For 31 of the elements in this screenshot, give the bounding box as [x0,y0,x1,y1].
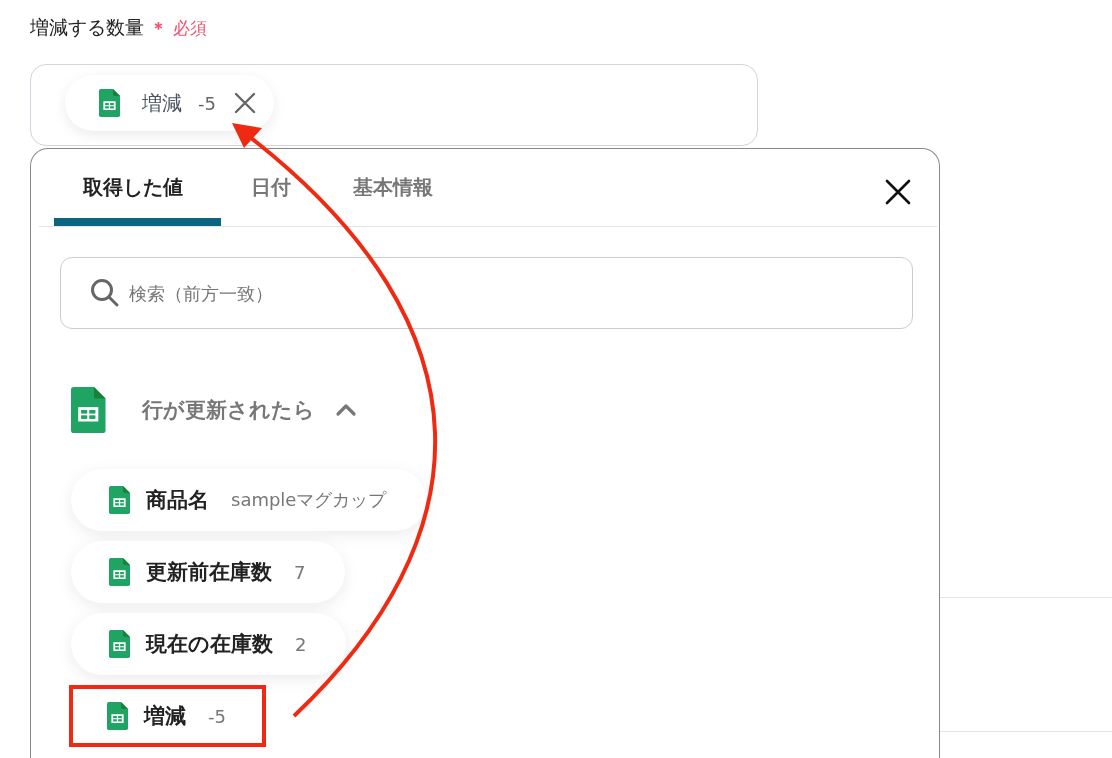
search-field[interactable]: 検索（前方一致） [60,257,913,329]
quantity-field[interactable]: 増減 -5 [30,64,758,146]
item-value: 7 [294,561,306,583]
value-chip[interactable]: 増減 -5 [65,75,274,131]
value-item[interactable]: 増減 -5 [69,685,266,747]
spreadsheet-icon [107,702,128,730]
required-mark: ＊ [150,16,167,40]
tab[interactable]: 基本情報 [353,149,495,226]
spreadsheet-icon [99,89,120,117]
close-button[interactable] [883,177,913,207]
spreadsheet-icon [109,558,130,586]
spreadsheet-icon [109,486,130,514]
item-value: -5 [208,705,226,727]
spreadsheet-icon [71,387,106,433]
field-label: 増減する数量 [30,15,144,40]
item-name: 増減 [144,703,186,730]
chip-name: 増減 [142,89,182,117]
remove-icon[interactable] [233,92,256,114]
collapse-toggle[interactable] [334,403,357,417]
tab[interactable]: 日付 [251,149,353,226]
item-name: 現在の在庫数 [146,631,273,658]
item-value: sampleマグカップ [231,488,387,512]
item-name: 商品名 [146,487,209,514]
item-value: 2 [295,633,307,655]
search-icon [90,278,120,308]
tab[interactable]: 取得した値 [54,149,221,226]
spreadsheet-icon [109,630,130,658]
item-name: 更新前在庫数 [146,559,272,586]
required-text: 必須 [173,16,207,40]
group-title: 行が更新されたら [141,397,315,424]
chip-value: -5 [198,92,216,114]
